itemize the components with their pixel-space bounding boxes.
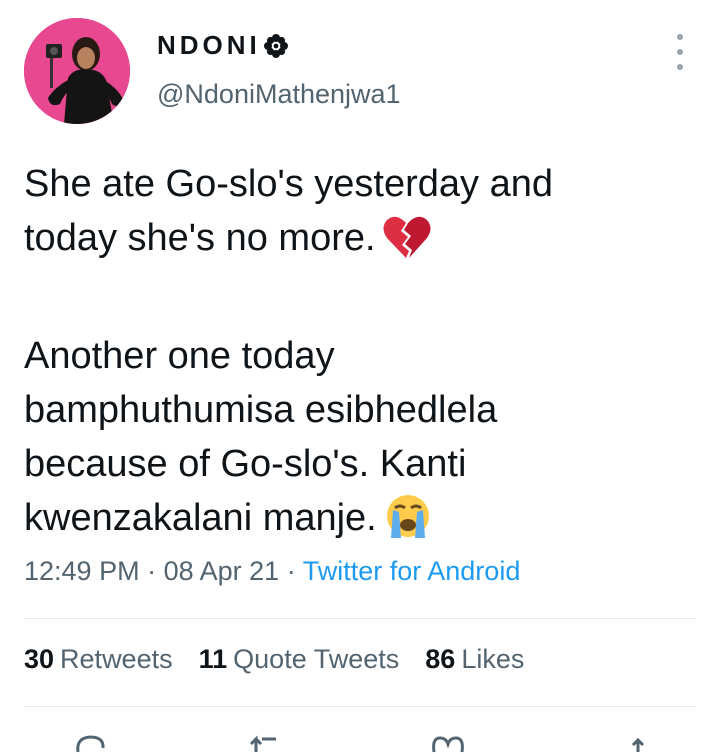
- tweet-line-text: today she's no more.: [24, 217, 376, 259]
- tweet-line: She ate Go-slo's yesterday and: [24, 163, 553, 205]
- loudly-crying-face-icon: [383, 492, 433, 555]
- tweet-time: 12:49 PM: [24, 556, 140, 586]
- tweet-line: because of Go-slo's. Kanti: [24, 443, 467, 485]
- quote-tweets-stat[interactable]: 11 Quote Tweets: [199, 644, 400, 675]
- broken-heart-icon: [382, 214, 432, 275]
- more-options-icon[interactable]: [667, 34, 693, 70]
- meta-separator: ·: [286, 556, 296, 586]
- likes-stat[interactable]: 86 Likes: [425, 644, 524, 675]
- user-handle[interactable]: @NdoniMathenjwa1: [157, 79, 401, 110]
- display-name[interactable]: NDONI: [157, 30, 289, 61]
- tweet-line: kwenzakalani manje.: [24, 491, 694, 555]
- tweet-source-link[interactable]: Twitter for Android: [303, 556, 521, 586]
- quote-tweets-count: 11: [198, 644, 228, 674]
- retweets-count: 30: [24, 644, 55, 674]
- reply-icon[interactable]: [74, 734, 106, 754]
- tweet-line-text: kwenzakalani manje.: [24, 497, 377, 539]
- avatar[interactable]: [24, 18, 130, 124]
- tweet-line: today she's no more.: [24, 211, 694, 275]
- likes-count: 86: [425, 644, 456, 674]
- tweet-date: 08 Apr 21: [163, 556, 280, 586]
- tweet-meta: 12:49 PM · 08 Apr 21 · Twitter for Andro…: [24, 556, 520, 587]
- divider: [24, 706, 696, 707]
- likes-label: Likes: [461, 644, 525, 674]
- tweet-stats: 30 Retweets 11 Quote Tweets 86 Likes: [24, 644, 524, 675]
- share-icon[interactable]: [628, 734, 648, 754]
- tweet-line: bamphuthumisa esibhedlela: [24, 389, 498, 431]
- tweet-line: Another one today: [24, 335, 335, 377]
- quote-tweets-label: Quote Tweets: [233, 644, 400, 674]
- flower-icon: [263, 33, 288, 58]
- avatar-image: [24, 18, 130, 124]
- tweet-text: She ate Go-slo's yesterday and today she…: [24, 157, 694, 555]
- retweets-label: Retweets: [60, 644, 173, 674]
- meta-separator: ·: [147, 556, 157, 586]
- divider: [24, 618, 696, 619]
- retweet-icon[interactable]: [248, 734, 284, 754]
- display-name-text: NDONI: [157, 30, 261, 60]
- retweets-stat[interactable]: 30 Retweets: [24, 644, 173, 675]
- like-icon[interactable]: [430, 734, 466, 754]
- action-bar: [0, 720, 720, 753]
